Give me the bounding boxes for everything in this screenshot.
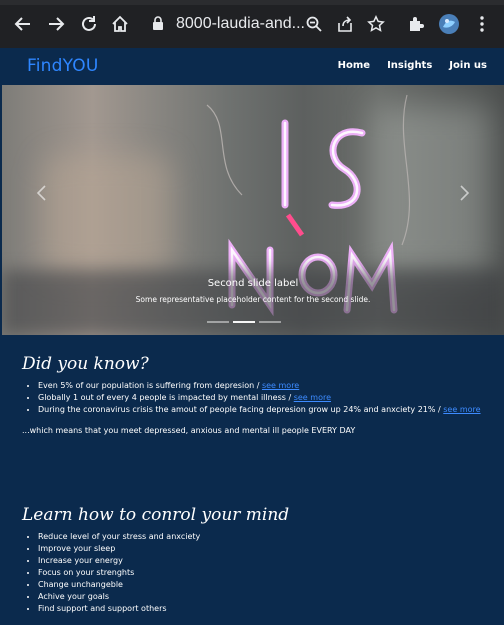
address-bar-url[interactable]: 8000-laudia-and... [176, 15, 305, 33]
nav-link-home[interactable]: Home [338, 60, 370, 71]
carousel-indicator[interactable] [259, 321, 281, 323]
facts-list: Even 5% of our population is suffering f… [22, 380, 492, 416]
reload-icon[interactable] [77, 12, 101, 36]
see-more-link[interactable]: see more [294, 393, 331, 402]
browser-toolbar: 8000-laudia-and... [0, 0, 504, 48]
see-more-link[interactable]: see more [443, 405, 480, 414]
carousel-indicators [207, 321, 281, 323]
list-item: Change unchangeble [38, 579, 492, 591]
back-icon[interactable] [11, 12, 35, 36]
see-more-link[interactable]: see more [262, 381, 299, 390]
carousel-indicator[interactable] [207, 321, 229, 323]
carousel-caption-text: Some representative placeholder content … [135, 295, 371, 304]
tab-strip-edge [0, 0, 504, 5]
forward-icon[interactable] [44, 12, 68, 36]
list-item: Focus on your strenghts [38, 567, 492, 579]
carousel-indicator-active[interactable] [233, 321, 255, 323]
share-icon[interactable] [333, 12, 357, 36]
brand-logo[interactable]: FindYOU [27, 56, 99, 76]
nav-link-insights[interactable]: Insights [387, 60, 432, 71]
list-item: Improve your sleep [38, 543, 492, 555]
carousel-next-icon[interactable] [454, 183, 474, 203]
lock-icon [152, 16, 164, 30]
list-item: Achive your goals [38, 591, 492, 603]
bookmark-star-icon[interactable] [364, 12, 388, 36]
fact-text: Even 5% of our population is suffering f… [38, 381, 262, 390]
fact-text: During the coronavirus crisis the amout … [38, 405, 444, 414]
extensions-icon[interactable] [404, 12, 428, 36]
did-you-know-heading: Did you know? [22, 354, 149, 374]
home-icon[interactable] [108, 12, 132, 36]
carousel-caption: Second slide label Some representative p… [2, 278, 504, 304]
list-item: Increase your energy [38, 555, 492, 567]
site-navbar: FindYOU Home Insights Join us [0, 48, 504, 85]
carousel-prev-icon[interactable] [32, 183, 52, 203]
list-item: Reduce level of your stress and anxciety [38, 531, 492, 543]
carousel-caption-title: Second slide label [207, 278, 299, 289]
list-item: Find support and support others [38, 603, 492, 615]
did-you-know-section: Did you know? Even 5% of our population … [22, 354, 492, 435]
summary-text: ...which means that you meet depressed, … [22, 426, 356, 435]
learn-heading: Learn how to conrol your mind [22, 505, 290, 525]
learn-section: Learn how to conrol your mind Reduce lev… [22, 505, 492, 615]
list-item: During the coronavirus crisis the amout … [38, 404, 492, 416]
fact-text: Globally 1 out of every 4 people is impa… [38, 393, 294, 402]
list-item: Even 5% of our population is suffering f… [38, 380, 492, 392]
nav-links: Home Insights Join us [338, 60, 487, 71]
learn-list: Reduce level of your stress and anxciety… [22, 531, 492, 615]
profile-avatar[interactable] [437, 12, 461, 36]
hero-carousel: Second slide label Some representative p… [2, 85, 504, 335]
menu-kebab-icon[interactable] [470, 12, 494, 36]
zoom-icon[interactable] [302, 12, 326, 36]
list-item: Globally 1 out of every 4 people is impa… [38, 392, 492, 404]
nav-link-join-us[interactable]: Join us [449, 60, 487, 71]
